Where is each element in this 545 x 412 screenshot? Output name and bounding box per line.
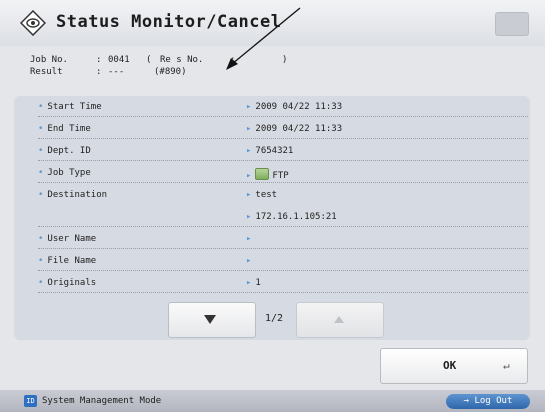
ok-label: OK bbox=[443, 359, 457, 372]
detail-row: Originals 1 bbox=[38, 274, 528, 293]
detail-label: Destination bbox=[38, 190, 107, 200]
logout-label: Log Out bbox=[474, 396, 513, 406]
detail-row: File Name bbox=[38, 252, 528, 271]
job-no-value: 0041 bbox=[108, 55, 130, 65]
detail-value-job-type: FTP bbox=[246, 168, 289, 181]
page-indicator: 1/2 bbox=[265, 313, 284, 324]
detail-row: Job Type FTP bbox=[38, 164, 528, 183]
id-icon: ID bbox=[24, 395, 37, 407]
detail-value: 7654321 bbox=[246, 146, 293, 156]
detail-value bbox=[246, 234, 255, 244]
job-type-text: FTP bbox=[272, 171, 289, 181]
page-up-button[interactable] bbox=[296, 302, 384, 338]
detail-row: User Name bbox=[38, 230, 528, 249]
page-down-button[interactable] bbox=[168, 302, 256, 338]
detail-value-address: 172.16.1.105:21 bbox=[246, 212, 336, 222]
mode-text: System Management Mode bbox=[42, 396, 162, 406]
detail-label: End Time bbox=[38, 124, 90, 134]
job-no-label: Job No. bbox=[30, 55, 68, 65]
reserve-colon: : bbox=[230, 55, 236, 65]
enter-icon: ↵ bbox=[503, 359, 510, 372]
logout-button[interactable]: → Log Out bbox=[446, 394, 530, 409]
reserve-paren-close: ) bbox=[282, 55, 288, 65]
detail-row: End Time 2009 04/22 11:33 bbox=[38, 120, 528, 139]
result-value: --- bbox=[108, 67, 125, 77]
page-title: Status Monitor/Cancel bbox=[56, 12, 282, 32]
ftp-folder-icon bbox=[255, 168, 270, 180]
detail-label: Start Time bbox=[38, 102, 101, 112]
title-bar: Status Monitor/Cancel bbox=[0, 0, 545, 46]
job-no-colon: : bbox=[96, 55, 102, 65]
detail-value: 2009 04/22 11:33 bbox=[246, 102, 342, 112]
detail-label: User Name bbox=[38, 234, 96, 244]
detail-row: Destination test bbox=[38, 186, 528, 204]
triangle-up-icon bbox=[334, 316, 344, 323]
reserve-paren-open: ( bbox=[146, 55, 152, 65]
details-panel: Start Time 2009 04/22 11:33 End Time 200… bbox=[14, 96, 530, 340]
reserve-label: Re s No. bbox=[160, 55, 204, 65]
detail-value: 2009 04/22 11:33 bbox=[246, 124, 342, 134]
detail-label: Dept. ID bbox=[38, 146, 90, 156]
detail-label: Job Type bbox=[38, 168, 90, 178]
result-colon: : bbox=[96, 67, 102, 77]
status-bar: ID System Management Mode → Log Out bbox=[0, 390, 545, 412]
triangle-down-icon bbox=[204, 315, 216, 324]
detail-value: test bbox=[246, 190, 277, 200]
result-code: (#890) bbox=[154, 67, 187, 77]
eye-diamond-icon bbox=[20, 10, 46, 36]
detail-row: Dept. ID 7654321 bbox=[38, 142, 528, 161]
settings-button[interactable] bbox=[495, 12, 529, 36]
detail-row: Start Time 2009 04/22 11:33 bbox=[38, 98, 528, 117]
detail-value bbox=[246, 256, 255, 266]
result-label: Result bbox=[30, 67, 63, 77]
detail-label: Originals bbox=[38, 278, 96, 288]
detail-row: 172.16.1.105:21 bbox=[38, 208, 528, 227]
logout-arrow-icon: → bbox=[463, 396, 470, 406]
detail-label: File Name bbox=[38, 256, 96, 266]
detail-value: 1 bbox=[246, 278, 260, 288]
ok-button[interactable]: OK ↵ bbox=[380, 348, 528, 384]
